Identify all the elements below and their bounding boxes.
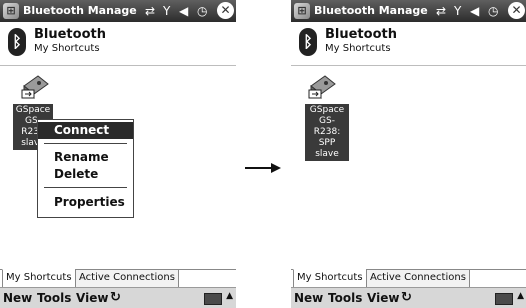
clock-icon[interactable]: ◷: [488, 3, 498, 19]
window-title: Bluetooth Manage: [314, 4, 428, 17]
menu-item-properties[interactable]: Properties: [38, 194, 133, 211]
signal-icon[interactable]: Y: [163, 3, 170, 19]
clock-icon[interactable]: ◷: [197, 3, 207, 19]
tab-my-shortcuts[interactable]: My Shortcuts: [293, 269, 367, 288]
serial-device-icon[interactable]: [307, 72, 337, 100]
tab-active-connections[interactable]: Active Connections: [366, 269, 470, 288]
menu-tools[interactable]: Tools: [328, 291, 362, 305]
connectivity-icon[interactable]: ⇄: [145, 3, 155, 19]
app-title: Bluetooth: [325, 27, 397, 42]
close-icon[interactable]: ✕: [508, 2, 525, 19]
tab-strip: My Shortcuts Active Connections: [291, 269, 526, 288]
signal-icon[interactable]: Y: [454, 3, 461, 19]
start-icon[interactable]: ⊞: [294, 3, 310, 19]
menu-new[interactable]: New: [294, 291, 323, 305]
menu-new[interactable]: New: [3, 291, 32, 305]
tab-my-shortcuts[interactable]: My Shortcuts: [2, 269, 76, 288]
volume-icon[interactable]: ◀: [470, 3, 479, 19]
close-icon[interactable]: ✕: [217, 2, 234, 19]
start-icon[interactable]: ⊞: [3, 3, 19, 19]
menu-separator: [44, 143, 127, 144]
menu-bar: New Tools View ↻ ▲: [0, 287, 236, 308]
menu-item-rename[interactable]: Rename: [38, 149, 133, 166]
app-header: ᛒ Bluetooth My Shortcuts: [0, 23, 236, 66]
bluetooth-icon: ᛒ: [299, 28, 317, 56]
bluetooth-icon: ᛒ: [8, 28, 26, 56]
menu-separator: [44, 187, 127, 188]
app-subtitle: My Shortcuts: [325, 43, 391, 54]
keyboard-icon[interactable]: [204, 293, 222, 305]
volume-icon[interactable]: ◀: [179, 3, 188, 19]
serial-device-icon[interactable]: [20, 72, 50, 100]
input-arrow-icon[interactable]: ▲: [226, 291, 233, 301]
right-screen: ⊞ Bluetooth Manage ⇄ Y ◀ ◷ ✕ ᛒ Bluetooth…: [291, 0, 526, 308]
menu-item-delete[interactable]: Delete: [38, 166, 133, 183]
title-bar: ⊞ Bluetooth Manage ⇄ Y ◀ ◷ ✕: [291, 0, 526, 22]
menu-item-connect[interactable]: Connect: [38, 122, 133, 139]
connectivity-icon[interactable]: ⇄: [436, 3, 446, 19]
tab-active-connections[interactable]: Active Connections: [75, 269, 179, 288]
app-subtitle: My Shortcuts: [34, 43, 100, 54]
left-screen: ⊞ Bluetooth Manage ⇄ Y ◀ ◷ ✕ ᛒ Bluetooth…: [0, 0, 236, 308]
tab-strip: My Shortcuts Active Connections: [0, 269, 236, 288]
device-label[interactable]: GSpace GS-R238: SPP slave: [305, 104, 349, 161]
window-title: Bluetooth Manage: [23, 4, 137, 17]
menu-tools[interactable]: Tools: [37, 291, 71, 305]
menu-bar: New Tools View ↻ ▲: [291, 287, 526, 308]
transition-arrow-icon: [245, 163, 281, 173]
sync-icon[interactable]: ↻: [110, 290, 121, 305]
app-header: ᛒ Bluetooth My Shortcuts: [291, 23, 526, 66]
menu-view[interactable]: View: [367, 291, 399, 305]
title-bar: ⊞ Bluetooth Manage ⇄ Y ◀ ◷ ✕: [0, 0, 236, 22]
context-menu: Connect Rename Delete Properties: [37, 119, 134, 218]
app-title: Bluetooth: [34, 27, 106, 42]
menu-view[interactable]: View: [76, 291, 108, 305]
sync-icon[interactable]: ↻: [401, 290, 412, 305]
input-arrow-icon[interactable]: ▲: [517, 291, 524, 301]
keyboard-icon[interactable]: [495, 293, 513, 305]
